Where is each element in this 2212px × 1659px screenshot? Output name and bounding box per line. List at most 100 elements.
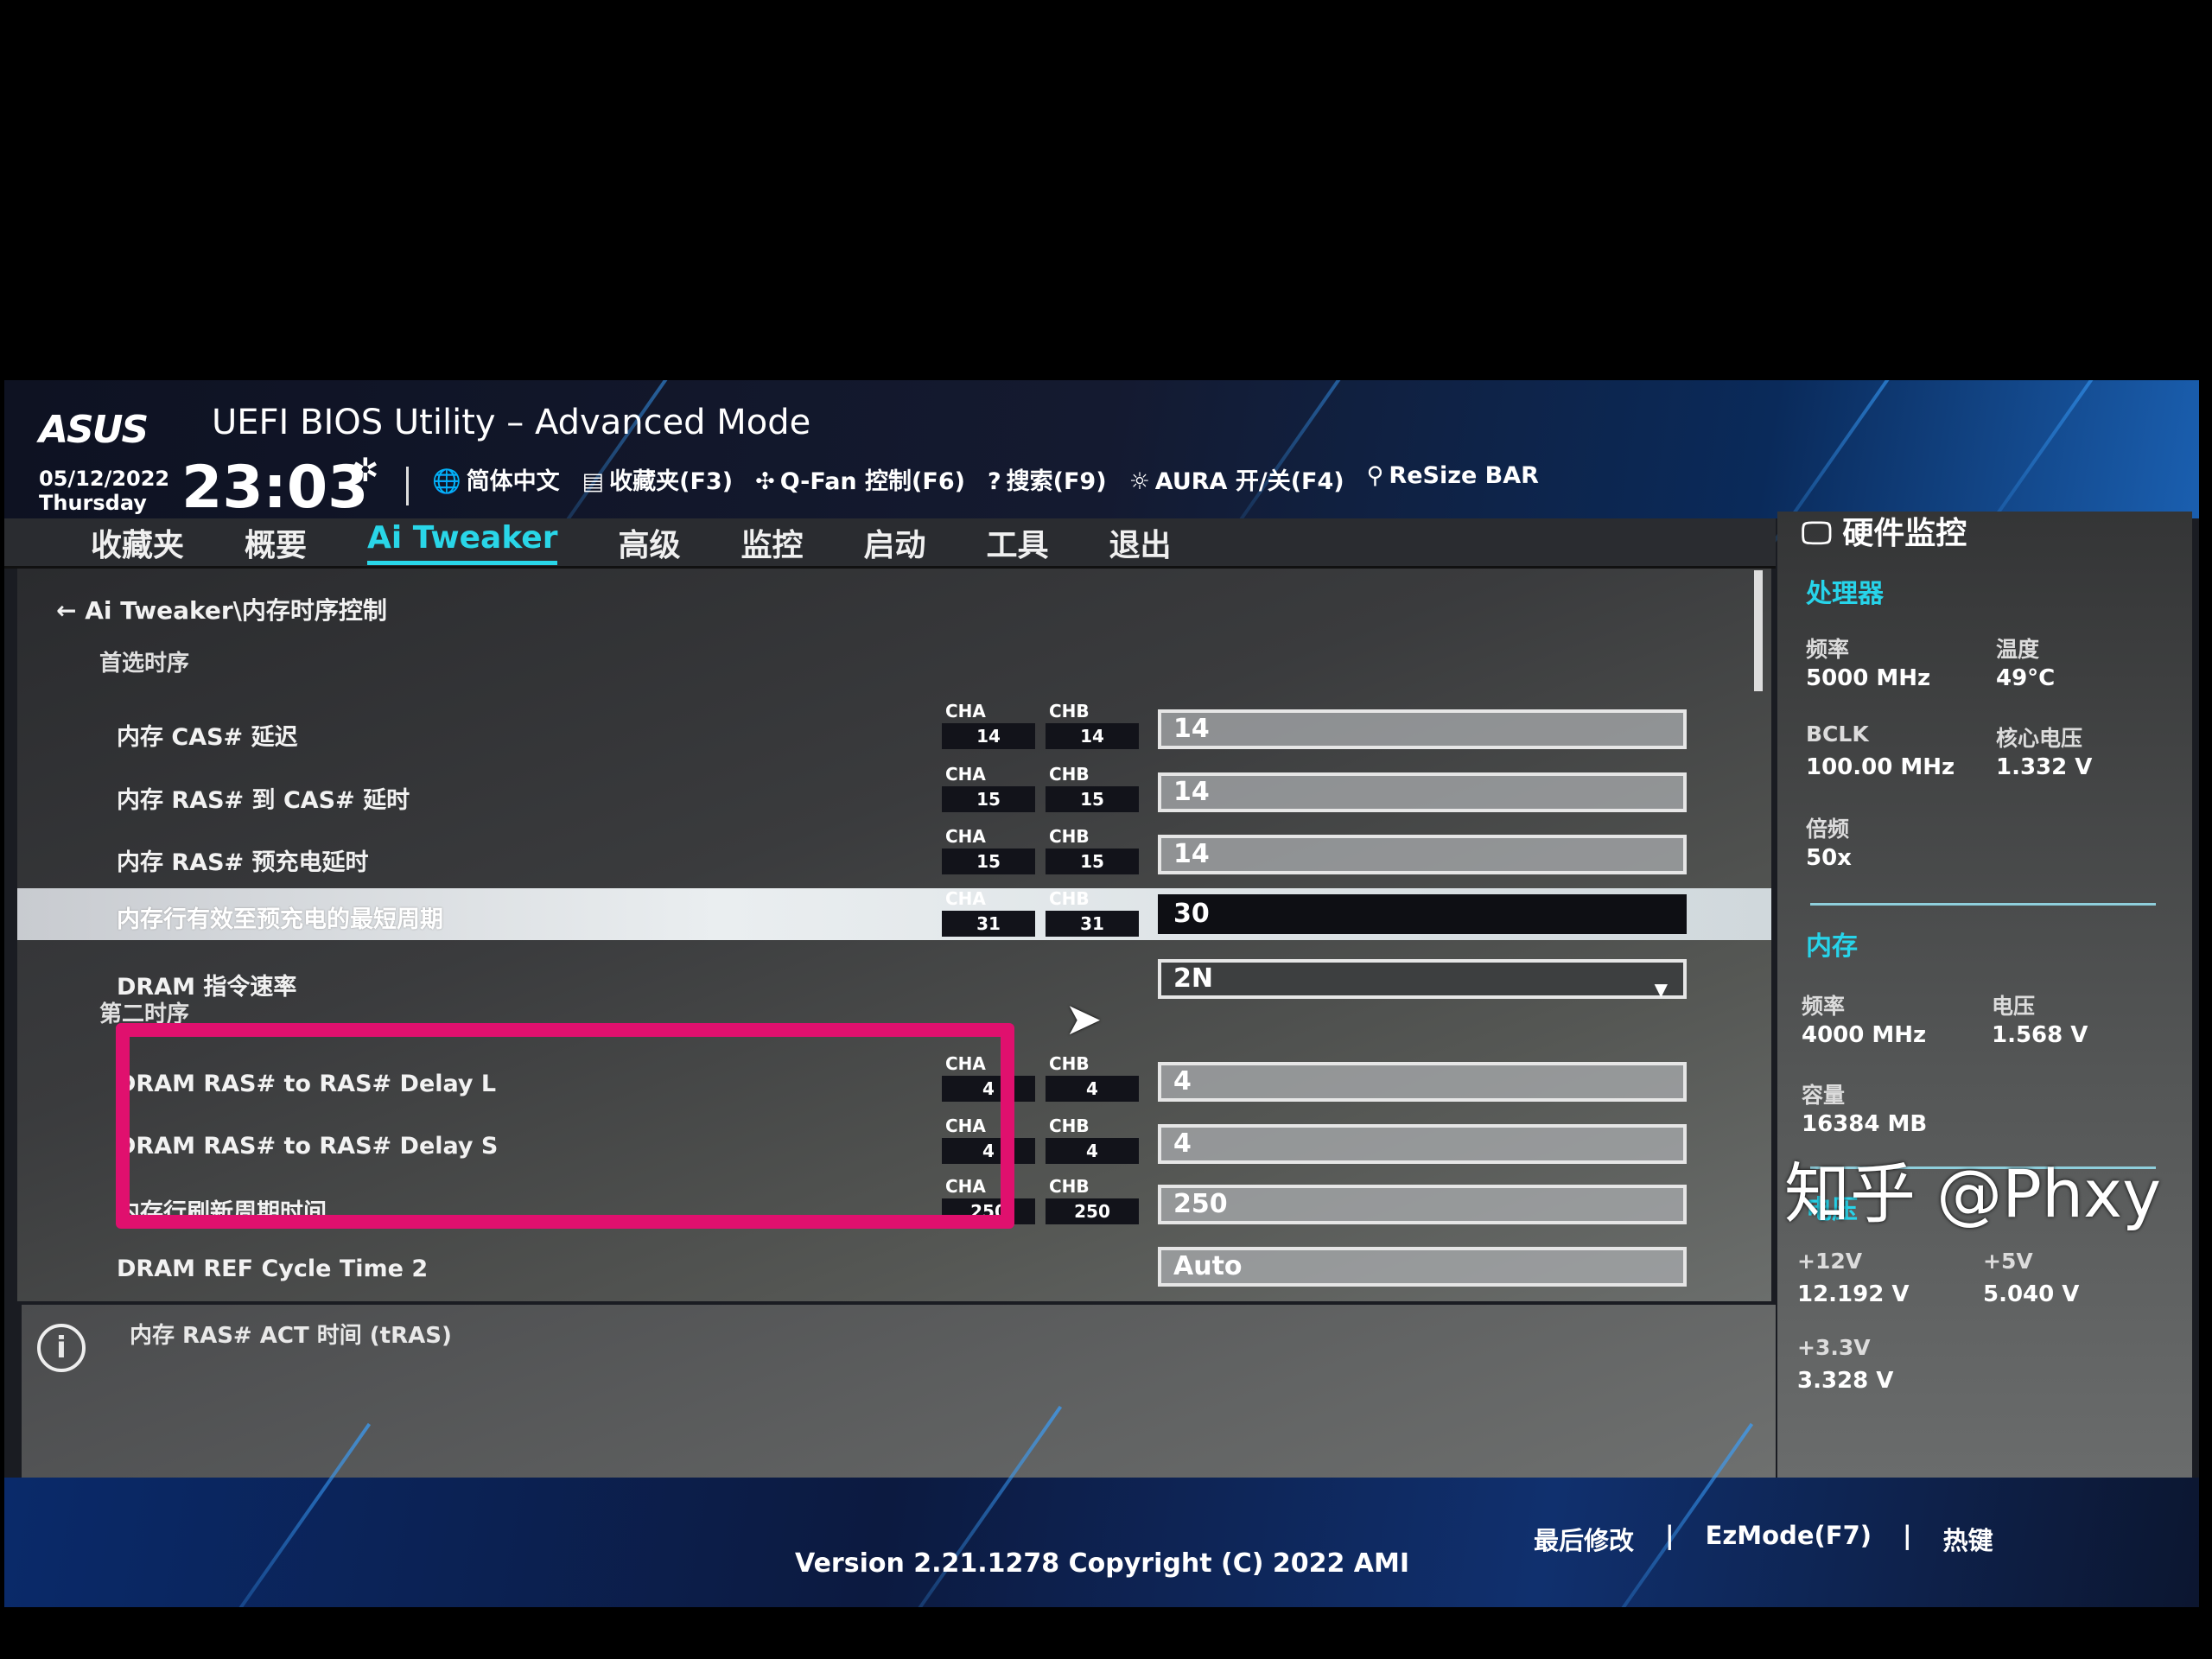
tab-4[interactable]: 监控: [741, 520, 804, 565]
setting-label: DRAM REF Cycle Time 2: [117, 1255, 429, 1282]
cha-value: 15: [942, 849, 1035, 874]
setting-row[interactable]: DRAM REF Cycle Time 2 Auto: [17, 1243, 1771, 1295]
toolbar-aura-button[interactable]: ☼ AURA 开/关(F4): [1129, 462, 1344, 496]
setting-value: 14: [1173, 777, 1210, 807]
v12-label: +12V: [1797, 1249, 1863, 1274]
chb-value: 31: [1046, 911, 1139, 937]
mem-freq-label: 频率: [1802, 994, 1846, 1019]
chb-label: CHB: [1049, 1176, 1090, 1197]
setting-input[interactable]: 14: [1158, 772, 1687, 812]
cpu-freq-value: 5000 MHz: [1806, 665, 1931, 691]
section-primary-timings: 首选时序: [99, 651, 190, 677]
bclk-value: 100.00 MHz: [1806, 754, 1955, 780]
divider: [1810, 903, 2156, 906]
cpu-temp-value: 49°C: [1996, 665, 2056, 691]
tab-2[interactable]: Ai Tweaker: [367, 520, 558, 565]
channel-b-value: CHB 31: [1046, 888, 1139, 938]
last-modified-button[interactable]: 最后修改: [1534, 1521, 1634, 1557]
setting-input[interactable]: 14: [1158, 709, 1687, 749]
channel-a-value: CHA 15: [942, 764, 1035, 814]
breadcrumb-path: Ai Tweaker\内存时序控制: [85, 596, 387, 625]
tab-7[interactable]: 退出: [1109, 520, 1172, 565]
favorites-icon: ▤: [582, 468, 605, 495]
chb-label: CHB: [1049, 888, 1090, 909]
toolbar-label: 收藏夹(F3): [609, 468, 734, 495]
gear-icon[interactable]: ✲: [352, 451, 379, 489]
toolbar-label: Q-Fan 控制(F6): [779, 468, 965, 495]
cha-label: CHA: [945, 826, 986, 847]
channel-a-value: CHA 14: [942, 701, 1035, 751]
ezmode-button[interactable]: EzMode(F7): [1706, 1521, 1872, 1557]
setting-row[interactable]: 内存行有效至预充电的最短周期 CHA 31 CHB 31 30: [17, 888, 1771, 940]
setting-label: 内存 RAS# 预充电延时: [117, 849, 369, 876]
setting-label: 内存 RAS# 到 CAS# 延时: [117, 787, 410, 814]
chb-label: CHB: [1049, 1053, 1090, 1074]
setting-input[interactable]: Auto: [1158, 1247, 1687, 1287]
setting-input[interactable]: 14: [1158, 835, 1687, 874]
resize-bar-icon: ⚲: [1366, 462, 1384, 489]
divider: |: [1903, 1521, 1912, 1550]
channel-a-value: CHA 31: [942, 888, 1035, 938]
setting-input[interactable]: 250: [1158, 1185, 1687, 1224]
v33-value: 3.328 V: [1797, 1368, 1894, 1394]
weekday: Thursday: [39, 491, 147, 515]
globe-icon: 🌐: [432, 468, 461, 495]
setting-value: 14: [1173, 839, 1210, 869]
back-arrow-icon[interactable]: ←: [56, 596, 85, 625]
setting-value: Auto: [1173, 1251, 1243, 1281]
chb-value: 4: [1046, 1138, 1139, 1164]
main-tabs: 收藏夹 概要 Ai Tweaker 高级 监控 启动 工具 退出: [91, 520, 1172, 565]
mem-volt-value: 1.568 V: [1992, 1022, 2088, 1048]
cha-label: CHA: [945, 701, 986, 721]
app-title: UEFI BIOS Utility – Advanced Mode: [212, 403, 811, 442]
toolbar-label: ReSize BAR: [1389, 462, 1539, 489]
toolbar-label: AURA 开/关(F4): [1154, 468, 1344, 495]
scrollbar[interactable]: [1754, 570, 1763, 691]
hardware-monitor-title: 🖵 硬件监控: [1802, 508, 1967, 553]
tab-0[interactable]: 收藏夹: [91, 520, 184, 565]
toolbar-fan-button[interactable]: ✣ Q-Fan 控制(F6): [755, 462, 965, 496]
setting-label: 内存行有效至预充电的最短周期: [117, 906, 443, 933]
setting-row[interactable]: 内存 RAS# 到 CAS# 延时 CHA 15 CHB 15 14: [17, 764, 1771, 821]
bclk-label: BCLK: [1806, 721, 1869, 747]
tab-1[interactable]: 概要: [245, 520, 307, 565]
hw-title-text: 硬件监控: [1842, 516, 1967, 551]
cha-value: 31: [942, 911, 1035, 937]
cpu-heading: 处理器: [1806, 579, 1884, 609]
mem-volt-label: 电压: [1992, 994, 2036, 1019]
help-text: 内存 RAS# ACT 时间 (tRAS): [130, 1323, 452, 1349]
cpu-temp-label: 温度: [1996, 637, 2040, 662]
date-display: 05/12/2022 Thursday: [39, 467, 169, 515]
vcore-value: 1.332 V: [1996, 754, 2093, 780]
setting-dropdown[interactable]: 2N ▼: [1158, 959, 1687, 1000]
chb-value: 4: [1046, 1076, 1139, 1102]
toolbar-resize-bar-button[interactable]: ⚲ ReSize BAR: [1367, 462, 1539, 496]
setting-input[interactable]: 4: [1158, 1124, 1687, 1164]
asus-logo: ASUS: [39, 408, 149, 452]
channel-b-value: CHB 15: [1046, 764, 1139, 814]
cha-label: CHA: [945, 764, 986, 785]
mouse-cursor-icon: ➤: [1065, 994, 1103, 1046]
setting-input[interactable]: 30: [1158, 894, 1687, 934]
tab-3[interactable]: 高级: [618, 520, 680, 565]
setting-row[interactable]: 内存 RAS# 预充电延时 CHA 15 CHB 15 14: [17, 826, 1771, 883]
breadcrumb[interactable]: ← Ai Tweaker\内存时序控制: [56, 592, 387, 626]
toolbar-label: 搜索(F9): [1006, 468, 1107, 495]
hotkeys-button[interactable]: 热键: [1943, 1521, 1993, 1557]
footer-links: 最后修改 | EzMode(F7) | 热键: [1534, 1521, 1993, 1557]
toolbar-favorites-button[interactable]: ▤ 收藏夹(F3): [582, 462, 733, 496]
setting-row[interactable]: 内存 CAS# 延迟 CHA 14 CHB 14 14: [17, 701, 1771, 758]
toolbar-help-search-button[interactable]: ? 搜索(F9): [988, 462, 1107, 496]
tab-5[interactable]: 启动: [864, 520, 926, 565]
aura-icon: ☼: [1128, 468, 1150, 495]
setting-row[interactable]: DRAM 指令速率 2N ▼: [17, 956, 1771, 1007]
setting-input[interactable]: 4: [1158, 1062, 1687, 1102]
v5-label: +5V: [1983, 1249, 2033, 1274]
cha-label: CHA: [945, 888, 986, 909]
chb-label: CHB: [1049, 701, 1090, 721]
chb-value: 14: [1046, 723, 1139, 749]
divider: [406, 467, 409, 505]
tab-6[interactable]: 工具: [987, 520, 1049, 565]
toolbar-globe-button[interactable]: 🌐 简体中文: [432, 462, 560, 496]
setting-value: 4: [1173, 1066, 1192, 1096]
